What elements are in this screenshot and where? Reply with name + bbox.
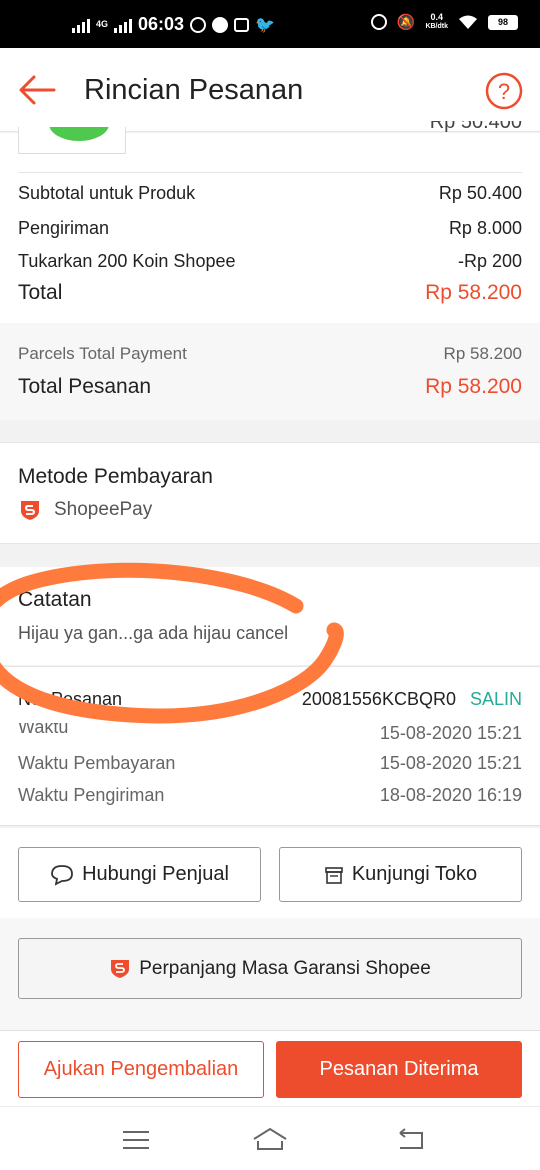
home-icon[interactable]	[252, 1127, 288, 1151]
coins-value: -Rp 200	[457, 251, 522, 271]
extend-warranty-label: Perpanjang Masa Garansi Shopee	[139, 957, 431, 979]
help-icon[interactable]: ?	[485, 72, 523, 110]
whatsapp-icon	[190, 16, 207, 33]
payment-method-section: Metode Pembayaran ShopeePay	[0, 442, 540, 544]
wifi-icon	[459, 15, 477, 29]
order-received-label: Pesanan Diterima	[319, 1058, 479, 1080]
subtotal-label: Subtotal untuk Produk	[18, 183, 196, 203]
page-title: Rincian Pesanan	[84, 74, 304, 106]
total-value: Rp 58.200	[425, 281, 522, 304]
coins-label: Tukarkan 200 Koin Shopee	[18, 251, 236, 271]
chat-icon	[51, 864, 74, 886]
parcels-section: Parcels Total Payment Rp 58.200 Total Pe…	[0, 323, 540, 420]
back-nav-icon[interactable]	[396, 1127, 426, 1151]
payment-time-row: Waktu Pembayaran 15-08-2020 15:21	[18, 753, 522, 774]
d-app-icon	[212, 16, 229, 33]
shipping-label: Pengiriman	[18, 218, 110, 238]
return-request-button[interactable]: Ajukan Pengembalian	[18, 1041, 264, 1098]
shipping-value: Rp 8.000	[448, 218, 522, 238]
payment-method: ShopeePay	[18, 499, 152, 521]
order-info-section: No. Pesanan 20081556KCBQR0 SALIN Waktu 1…	[0, 666, 540, 826]
shipping-time-row: Waktu Pengiriman 18-08-2020 16:19	[18, 785, 522, 806]
net-speed: 0.4 KB/dtk	[425, 12, 448, 31]
order-number-row: No. Pesanan 20081556KCBQR0 SALIN	[18, 689, 522, 710]
extend-warranty-button[interactable]: Perpanjang Masa Garansi Shopee	[18, 938, 522, 999]
order-time-row: Waktu 15-08-2020 15:21	[18, 723, 522, 739]
battery-icon: 98	[488, 14, 518, 30]
system-nav-bar	[0, 1106, 540, 1170]
mute-icon: 🔕	[396, 14, 416, 31]
total-label: Total	[18, 281, 63, 304]
divider	[18, 172, 522, 173]
signal-icon-2	[114, 17, 133, 33]
svg-text:?: ?	[498, 79, 510, 104]
notes-text: Hijau ya gan...ga ada hijau cancel	[18, 623, 289, 643]
order-time-label: Waktu	[18, 723, 69, 737]
contact-seller-button[interactable]: Hubungi Penjual	[18, 847, 261, 902]
alarm-icon	[370, 14, 387, 30]
subtotal-row: Subtotal untuk Produk Rp 50.400	[18, 183, 522, 204]
menu-icon[interactable]	[122, 1129, 150, 1151]
product-price-partial: Rp 50.400	[429, 121, 522, 133]
order-summary: Rp 50.400 Subtotal untuk Produk Rp 50.40…	[0, 121, 540, 323]
parcels-payment-label: Parcels Total Payment	[18, 344, 187, 363]
payment-method-title: Metode Pembayaran	[18, 465, 213, 488]
total-row: Total Rp 58.200	[18, 281, 522, 305]
shopeepay-icon	[21, 501, 39, 520]
signal-icon	[72, 17, 90, 33]
warranty-section: Perpanjang Masa Garansi Shopee	[0, 918, 540, 1030]
payment-method-label: ShopeePay	[54, 499, 153, 520]
subtotal-value: Rp 50.400	[438, 183, 522, 203]
order-received-button[interactable]: Pesanan Diterima	[276, 1041, 522, 1098]
order-number-value: 20081556KCBQR0	[301, 689, 456, 709]
network-type: 4G	[96, 19, 109, 29]
order-total-label: Total Pesanan	[18, 375, 152, 398]
app-bar: Rincian Pesanan ?	[0, 48, 540, 132]
mail-icon	[234, 17, 250, 32]
notes-title: Catatan	[18, 588, 92, 611]
return-request-label: Ajukan Pengembalian	[43, 1058, 239, 1080]
copy-button[interactable]: SALIN	[470, 689, 522, 710]
shopee-shield-icon	[111, 959, 130, 978]
notes-section: Catatan Hijau ya gan...ga ada hijau canc…	[0, 567, 540, 665]
parcels-payment-value: Rp 58.200	[443, 344, 522, 363]
order-total-row: Total Pesanan Rp 58.200	[18, 375, 522, 399]
twitter-icon: 🐦	[255, 16, 275, 34]
shop-actions: Hubungi Penjual Kunjungi Toko	[0, 828, 540, 918]
product-thumbnail[interactable]	[18, 127, 126, 154]
bottom-action-bar: Ajukan Pengembalian Pesanan Diterima	[0, 1030, 540, 1106]
order-time-value: 15-08-2020 15:21	[379, 723, 522, 739]
visit-shop-button[interactable]: Kunjungi Toko	[279, 847, 522, 902]
order-total-value: Rp 58.200	[425, 375, 522, 398]
order-number-label: No. Pesanan	[18, 689, 123, 709]
payment-time-label: Waktu Pembayaran	[18, 753, 176, 773]
contact-seller-label: Hubungi Penjual	[82, 863, 229, 885]
back-arrow-icon[interactable]	[18, 74, 56, 106]
shipping-time-value: 18-08-2020 16:19	[379, 785, 522, 805]
visit-shop-label: Kunjungi Toko	[351, 863, 478, 885]
parcels-payment-row: Parcels Total Payment Rp 58.200	[18, 344, 522, 364]
clock: 06:03	[138, 14, 185, 34]
coins-row: Tukarkan 200 Koin Shopee -Rp 200	[18, 251, 522, 272]
shipping-time-label: Waktu Pengiriman	[18, 785, 165, 805]
payment-time-value: 15-08-2020 15:21	[379, 753, 522, 773]
status-bar: 4G 06:03 🐦 🔕 0.4 KB/dtk 98	[0, 0, 540, 48]
shipping-row: Pengiriman Rp 8.000	[18, 218, 522, 239]
product-image	[49, 127, 109, 141]
shop-icon	[325, 866, 343, 884]
